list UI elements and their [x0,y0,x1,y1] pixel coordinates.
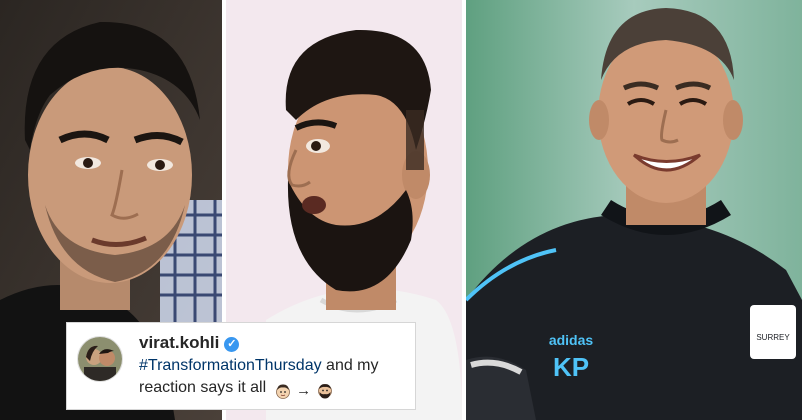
club-badge [750,305,796,359]
post-username[interactable]: virat.kohli ✓ [139,333,240,353]
club-badge-text: SURREY [756,333,790,342]
photo-panel-right: SURREY adidas KP [466,0,802,420]
initials-text: KP [553,352,589,382]
hashtag-link[interactable]: #TransformationThursday [139,357,322,374]
man-emoji-icon [275,384,290,399]
smiling-cricketer-photo: SURREY adidas KP [466,0,802,420]
arrow-icon: → [296,381,312,399]
brand-text: adidas [549,332,594,348]
post-caption: #TransformationThursday and my reaction … [139,355,409,402]
avatar-photo-icon [78,337,122,381]
verified-badge-icon: ✓ [224,337,240,352]
username-text[interactable]: virat.kohli [139,333,219,352]
avatar[interactable] [77,336,123,382]
instagram-post-card: virat.kohli ✓ #TransformationThursday and… [66,322,416,410]
emoji-sequence: → [275,380,333,402]
bearded-man-emoji-icon [317,383,332,399]
